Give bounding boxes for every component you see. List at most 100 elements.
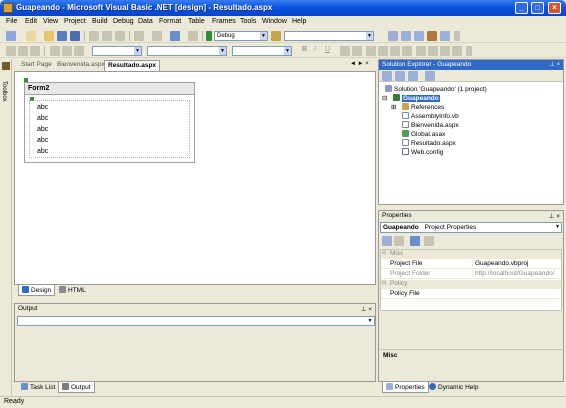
- tab-bienvenida[interactable]: Bienvenida.aspx: [54, 60, 108, 71]
- solution-explorer-icon[interactable]: [388, 31, 398, 41]
- output-pin-close-controls[interactable]: ⊥ ×: [361, 305, 372, 313]
- find-icon[interactable]: [271, 31, 281, 41]
- tree-node-resultado[interactable]: Resultado.aspx: [402, 139, 456, 147]
- refresh-icon[interactable]: [408, 71, 418, 81]
- property-row[interactable]: Policy File: [381, 290, 561, 299]
- properties-icon[interactable]: [425, 71, 435, 81]
- tab-resultado[interactable]: Resultado.aspx: [104, 60, 161, 71]
- solution-config-combo[interactable]: Debug ▼: [214, 31, 268, 41]
- menu-tools[interactable]: Tools: [240, 18, 256, 25]
- toolbar-options-icon[interactable]: [454, 31, 460, 41]
- font-icon[interactable]: [62, 46, 72, 56]
- label-control[interactable]: abc: [37, 104, 48, 111]
- menu-frames[interactable]: Frames: [212, 18, 236, 25]
- new-project-icon[interactable]: [6, 31, 16, 41]
- property-category[interactable]: ⊟ Policy: [381, 280, 561, 289]
- menu-table[interactable]: Table: [188, 18, 205, 25]
- maximize-button[interactable]: □: [531, 2, 544, 14]
- label-control[interactable]: abc: [37, 126, 48, 133]
- close-button[interactable]: ×: [548, 2, 561, 14]
- block-format-icon[interactable]: [50, 46, 60, 56]
- redo-icon[interactable]: [152, 31, 162, 41]
- properties-window-icon[interactable]: [401, 31, 411, 41]
- menu-file[interactable]: File: [6, 18, 17, 25]
- menu-data[interactable]: Data: [138, 18, 153, 25]
- justify-icon[interactable]: [402, 46, 412, 56]
- bold-button[interactable]: B: [302, 46, 307, 53]
- tree-expander[interactable]: ⊞: [391, 103, 396, 111]
- paste-icon[interactable]: [115, 31, 125, 41]
- tab-properties[interactable]: Properties: [382, 382, 429, 393]
- tree-expander[interactable]: ⊟: [382, 94, 387, 102]
- tree-node-references[interactable]: References: [402, 103, 444, 111]
- navigate-forward-icon[interactable]: [188, 31, 198, 41]
- designer-surface[interactable]: Form2 abc abc abc abc abc: [14, 71, 376, 285]
- toolbar-options-icon[interactable]: [466, 46, 472, 56]
- add-item-icon[interactable]: [26, 31, 36, 41]
- properties-view-icon[interactable]: [410, 236, 420, 246]
- tab-start-page[interactable]: Start Page: [18, 60, 55, 71]
- highlight-icon[interactable]: [352, 46, 362, 56]
- italic-button[interactable]: I: [314, 46, 316, 53]
- find-combo[interactable]: ▼: [284, 31, 374, 41]
- underline-button[interactable]: U: [325, 46, 330, 53]
- menu-project[interactable]: Project: [64, 18, 86, 25]
- block-format-combo[interactable]: ▼: [92, 46, 142, 56]
- alphabetical-icon[interactable]: [394, 236, 404, 246]
- tab-task-list[interactable]: Task List: [18, 382, 58, 393]
- output-source-combo[interactable]: ▼: [17, 316, 375, 326]
- form-body-table[interactable]: [29, 100, 190, 158]
- label-control[interactable]: abc: [37, 115, 48, 122]
- align-center-icon[interactable]: [378, 46, 388, 56]
- collapse-icon[interactable]: ⊟: [382, 280, 386, 286]
- tree-node-global[interactable]: Global.asax: [402, 130, 445, 138]
- menu-view[interactable]: View: [43, 18, 58, 25]
- tree-node-assemblyinfo[interactable]: AssemblyInfo.vb: [402, 112, 459, 120]
- indent-icon[interactable]: [452, 46, 462, 56]
- menu-format[interactable]: Format: [159, 18, 181, 25]
- menu-help[interactable]: Help: [292, 18, 306, 25]
- tab-output[interactable]: Output: [58, 382, 95, 393]
- save-all-icon[interactable]: [70, 31, 80, 41]
- categorized-icon[interactable]: [382, 236, 392, 246]
- start-icon[interactable]: [206, 31, 212, 41]
- bulleted-list-icon[interactable]: [428, 46, 438, 56]
- class-view-icon[interactable]: [440, 31, 450, 41]
- minimize-button[interactable]: _: [515, 2, 528, 14]
- property-pages-icon[interactable]: [424, 236, 434, 246]
- tree-node-webconfig[interactable]: Web.config: [402, 148, 443, 156]
- open-folder-icon[interactable]: [44, 31, 54, 41]
- undo-icon[interactable]: [134, 31, 144, 41]
- align-left-icon[interactable]: [366, 46, 376, 56]
- save-icon[interactable]: [57, 31, 67, 41]
- align-right-icon[interactable]: [390, 46, 400, 56]
- property-category[interactable]: ⊟ Misc: [381, 250, 561, 259]
- toolbox-label[interactable]: Toolbox: [1, 81, 7, 102]
- design-icon[interactable]: [6, 46, 16, 56]
- properties-pin-close-controls[interactable]: ⊥ ×: [549, 212, 560, 220]
- toolbox-icon[interactable]: [427, 31, 437, 41]
- menu-build[interactable]: Build: [92, 18, 108, 25]
- tab-dynamic-help[interactable]: Dynamic Help: [426, 382, 481, 393]
- layout-icon[interactable]: [30, 46, 40, 56]
- text-color-icon[interactable]: [340, 46, 350, 56]
- tree-node-solution[interactable]: Solution 'Guapeando' (1 project): [385, 85, 487, 93]
- grid-icon[interactable]: [74, 46, 84, 56]
- navigate-back-icon[interactable]: [170, 31, 180, 41]
- properties-object-combo[interactable]: Guapeando Project Properties ▼: [380, 222, 562, 233]
- font-size-combo[interactable]: ▼: [232, 46, 292, 56]
- object-browser-icon[interactable]: [414, 31, 424, 41]
- tab-scroll-close-controls[interactable]: ◄ ► ×: [350, 61, 369, 67]
- cut-icon[interactable]: [89, 31, 99, 41]
- collapse-icon[interactable]: ⊟: [382, 250, 386, 256]
- menu-edit[interactable]: Edit: [25, 18, 37, 25]
- font-name-combo[interactable]: ▼: [147, 46, 227, 56]
- outdent-icon[interactable]: [440, 46, 450, 56]
- solution-explorer-pin-close-controls[interactable]: ⊥ ×: [550, 61, 560, 68]
- toolbox-strip[interactable]: Toolbox: [0, 59, 12, 396]
- label-control[interactable]: abc: [37, 148, 48, 155]
- tree-node-bienvenida[interactable]: Bienvenida.aspx: [402, 121, 459, 129]
- tree-node-project[interactable]: Guapeando: [393, 94, 440, 102]
- tab-html[interactable]: HTML: [56, 285, 89, 296]
- view-code-icon[interactable]: [382, 71, 392, 81]
